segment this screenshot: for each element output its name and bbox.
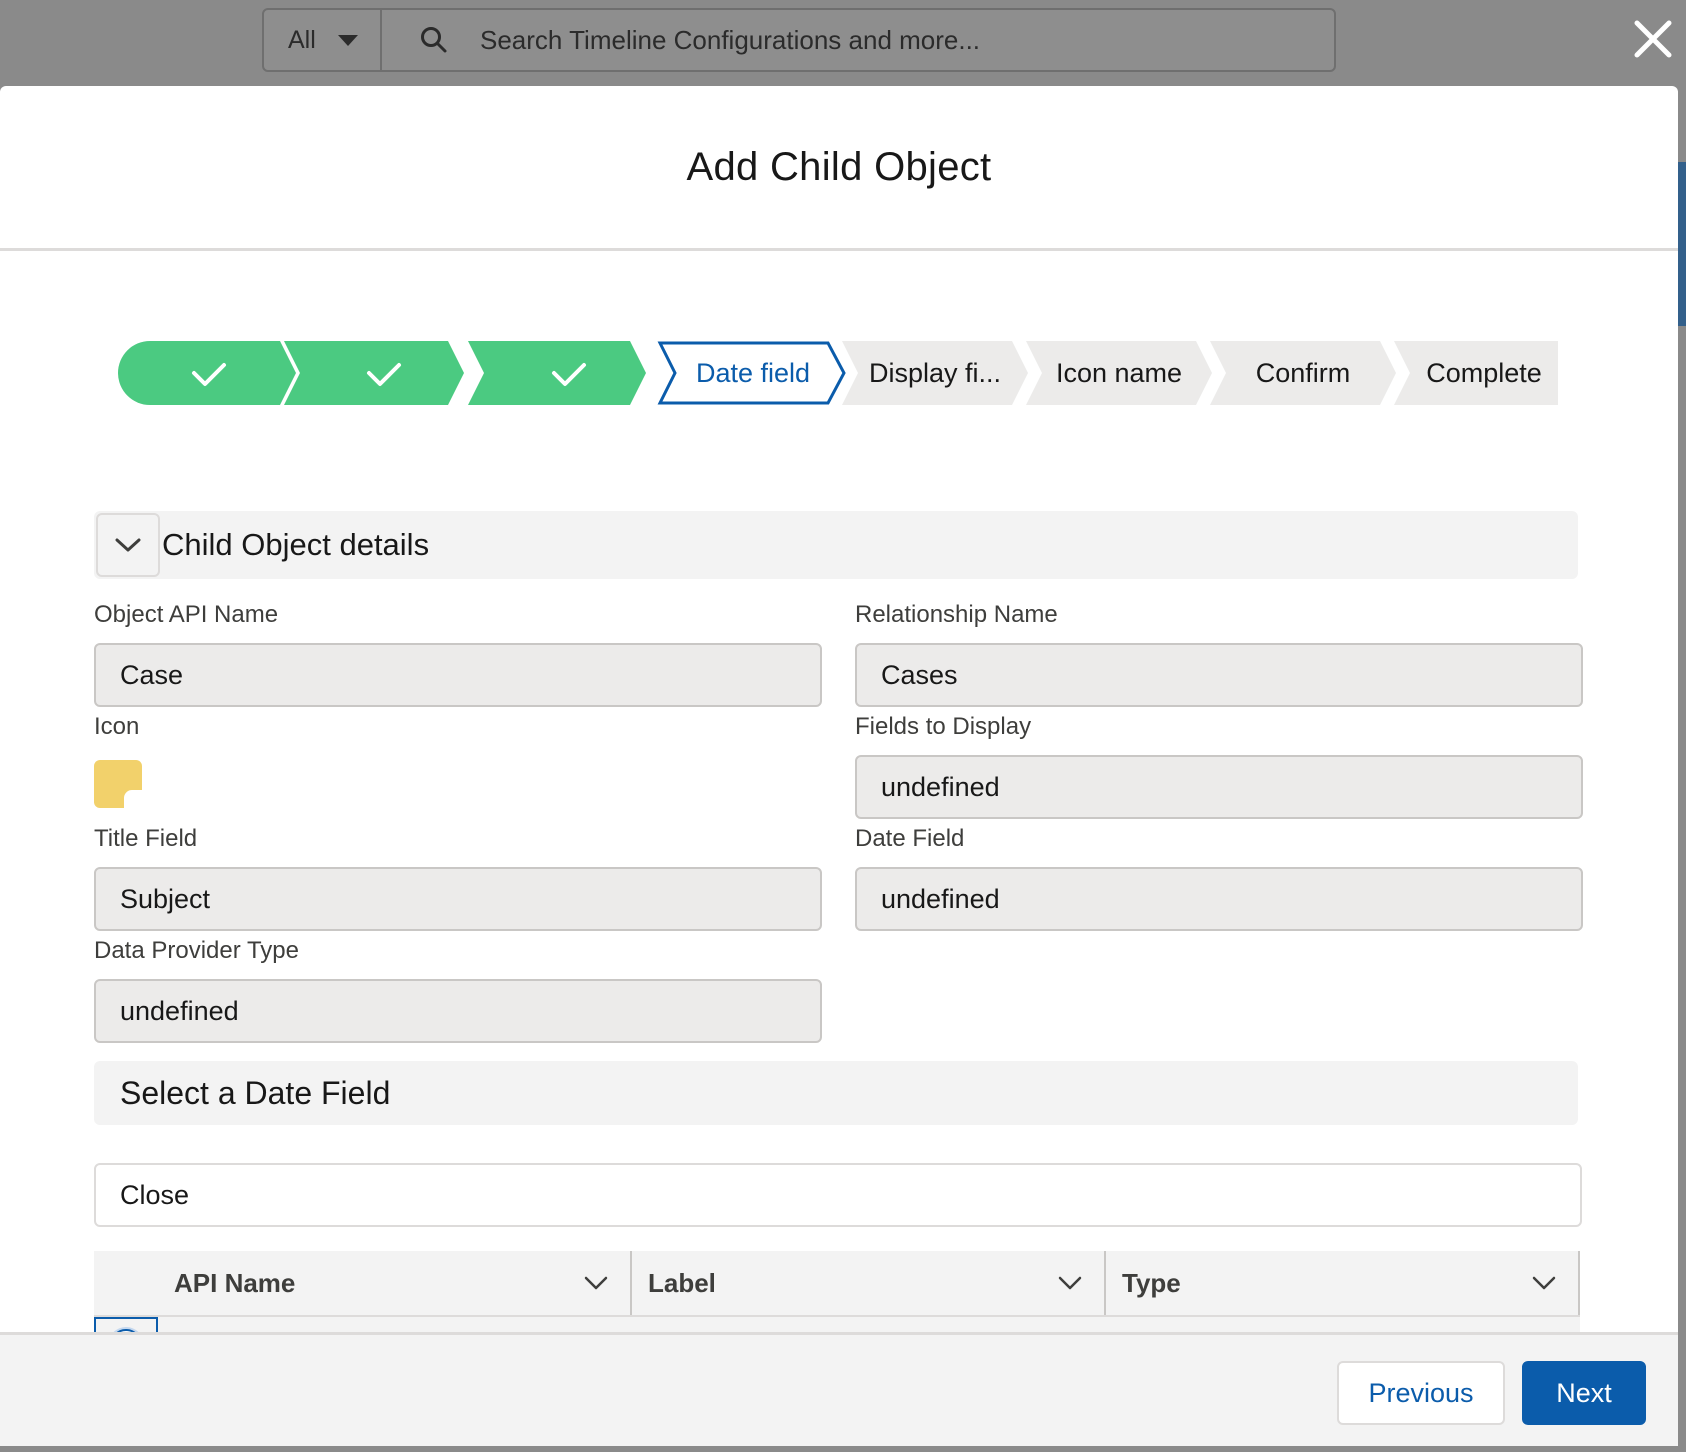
modal-footer: Previous Next — [0, 1332, 1678, 1446]
relationship-name-field: Cases — [855, 643, 1583, 707]
path-step-icon-name[interactable]: Icon name — [1044, 341, 1194, 405]
case-icon — [94, 760, 142, 808]
object-api-name-label: Object API Name — [94, 601, 279, 628]
close-icon[interactable] — [1628, 14, 1678, 64]
icon-label: Icon — [94, 713, 140, 740]
child-object-details-header[interactable]: Child Object details — [94, 511, 1578, 579]
path-step-confirm[interactable]: Confirm — [1228, 341, 1378, 405]
path-step-2 — [284, 341, 464, 405]
previous-button[interactable]: Previous — [1337, 1361, 1505, 1425]
column-header-label-col[interactable]: Label — [632, 1251, 1106, 1315]
modal-title: Add Child Object — [686, 144, 992, 189]
table-header: API Name Label Type — [94, 1251, 1580, 1317]
title-field-field: Subject — [94, 867, 822, 931]
path-step-complete[interactable]: Complete — [1410, 341, 1558, 405]
path-step-3 — [468, 341, 646, 405]
date-field-filter-input[interactable]: Close — [94, 1163, 1582, 1227]
next-button[interactable]: Next — [1522, 1361, 1646, 1425]
search-scope-label: All — [288, 25, 316, 54]
modal-body: Date field Display fi... Icon name Confi… — [0, 251, 1678, 1413]
path-step-1 — [118, 341, 296, 405]
search-icon — [421, 27, 447, 53]
collapse-button[interactable] — [96, 513, 160, 577]
fields-to-display-field: undefined — [855, 755, 1583, 819]
data-provider-type-label: Data Provider Type — [94, 937, 299, 964]
column-header-type[interactable]: Type — [1106, 1251, 1580, 1315]
date-field-field: undefined — [855, 867, 1583, 931]
search-input[interactable]: Search Timeline Configurations and more.… — [382, 25, 980, 56]
search-scope-dropdown[interactable]: All — [264, 10, 382, 70]
modal-header: Add Child Object — [0, 86, 1678, 251]
chevron-down-icon — [115, 538, 141, 552]
chevron-down-icon — [337, 34, 358, 46]
column-header-api-name[interactable]: API Name — [158, 1251, 632, 1315]
column-header-label: Label — [648, 1267, 716, 1298]
select-column-header — [94, 1251, 158, 1315]
object-api-name-field: Case — [94, 643, 822, 707]
chevron-down-icon — [584, 1276, 608, 1290]
chevron-down-icon — [1532, 1276, 1556, 1290]
column-header-label: API Name — [174, 1267, 296, 1298]
select-date-field-header: Select a Date Field — [94, 1061, 1578, 1125]
background-panel-edge — [1678, 162, 1686, 326]
chevron-down-icon — [1058, 1276, 1082, 1290]
path-step-date-field[interactable]: Date field — [678, 341, 828, 405]
path-step-display-fields[interactable]: Display fi... — [860, 341, 1010, 405]
relationship-name-label: Relationship Name — [855, 601, 1058, 628]
section-title: Child Object details — [162, 527, 430, 562]
fields-to-display-label: Fields to Display — [855, 713, 1032, 740]
add-child-object-modal: Add Child Object Date field Display fi..… — [0, 86, 1678, 1446]
global-search-bar: All Search Timeline Configurations and m… — [262, 8, 1336, 72]
date-field-label: Date Field — [855, 825, 965, 852]
progress-path: Date field Display fi... Icon name Confi… — [118, 341, 1558, 405]
search-placeholder: Search Timeline Configurations and more.… — [480, 24, 981, 55]
title-field-label: Title Field — [94, 825, 198, 852]
column-header-label: Type — [1122, 1267, 1181, 1298]
data-provider-type-field: undefined — [94, 979, 822, 1043]
